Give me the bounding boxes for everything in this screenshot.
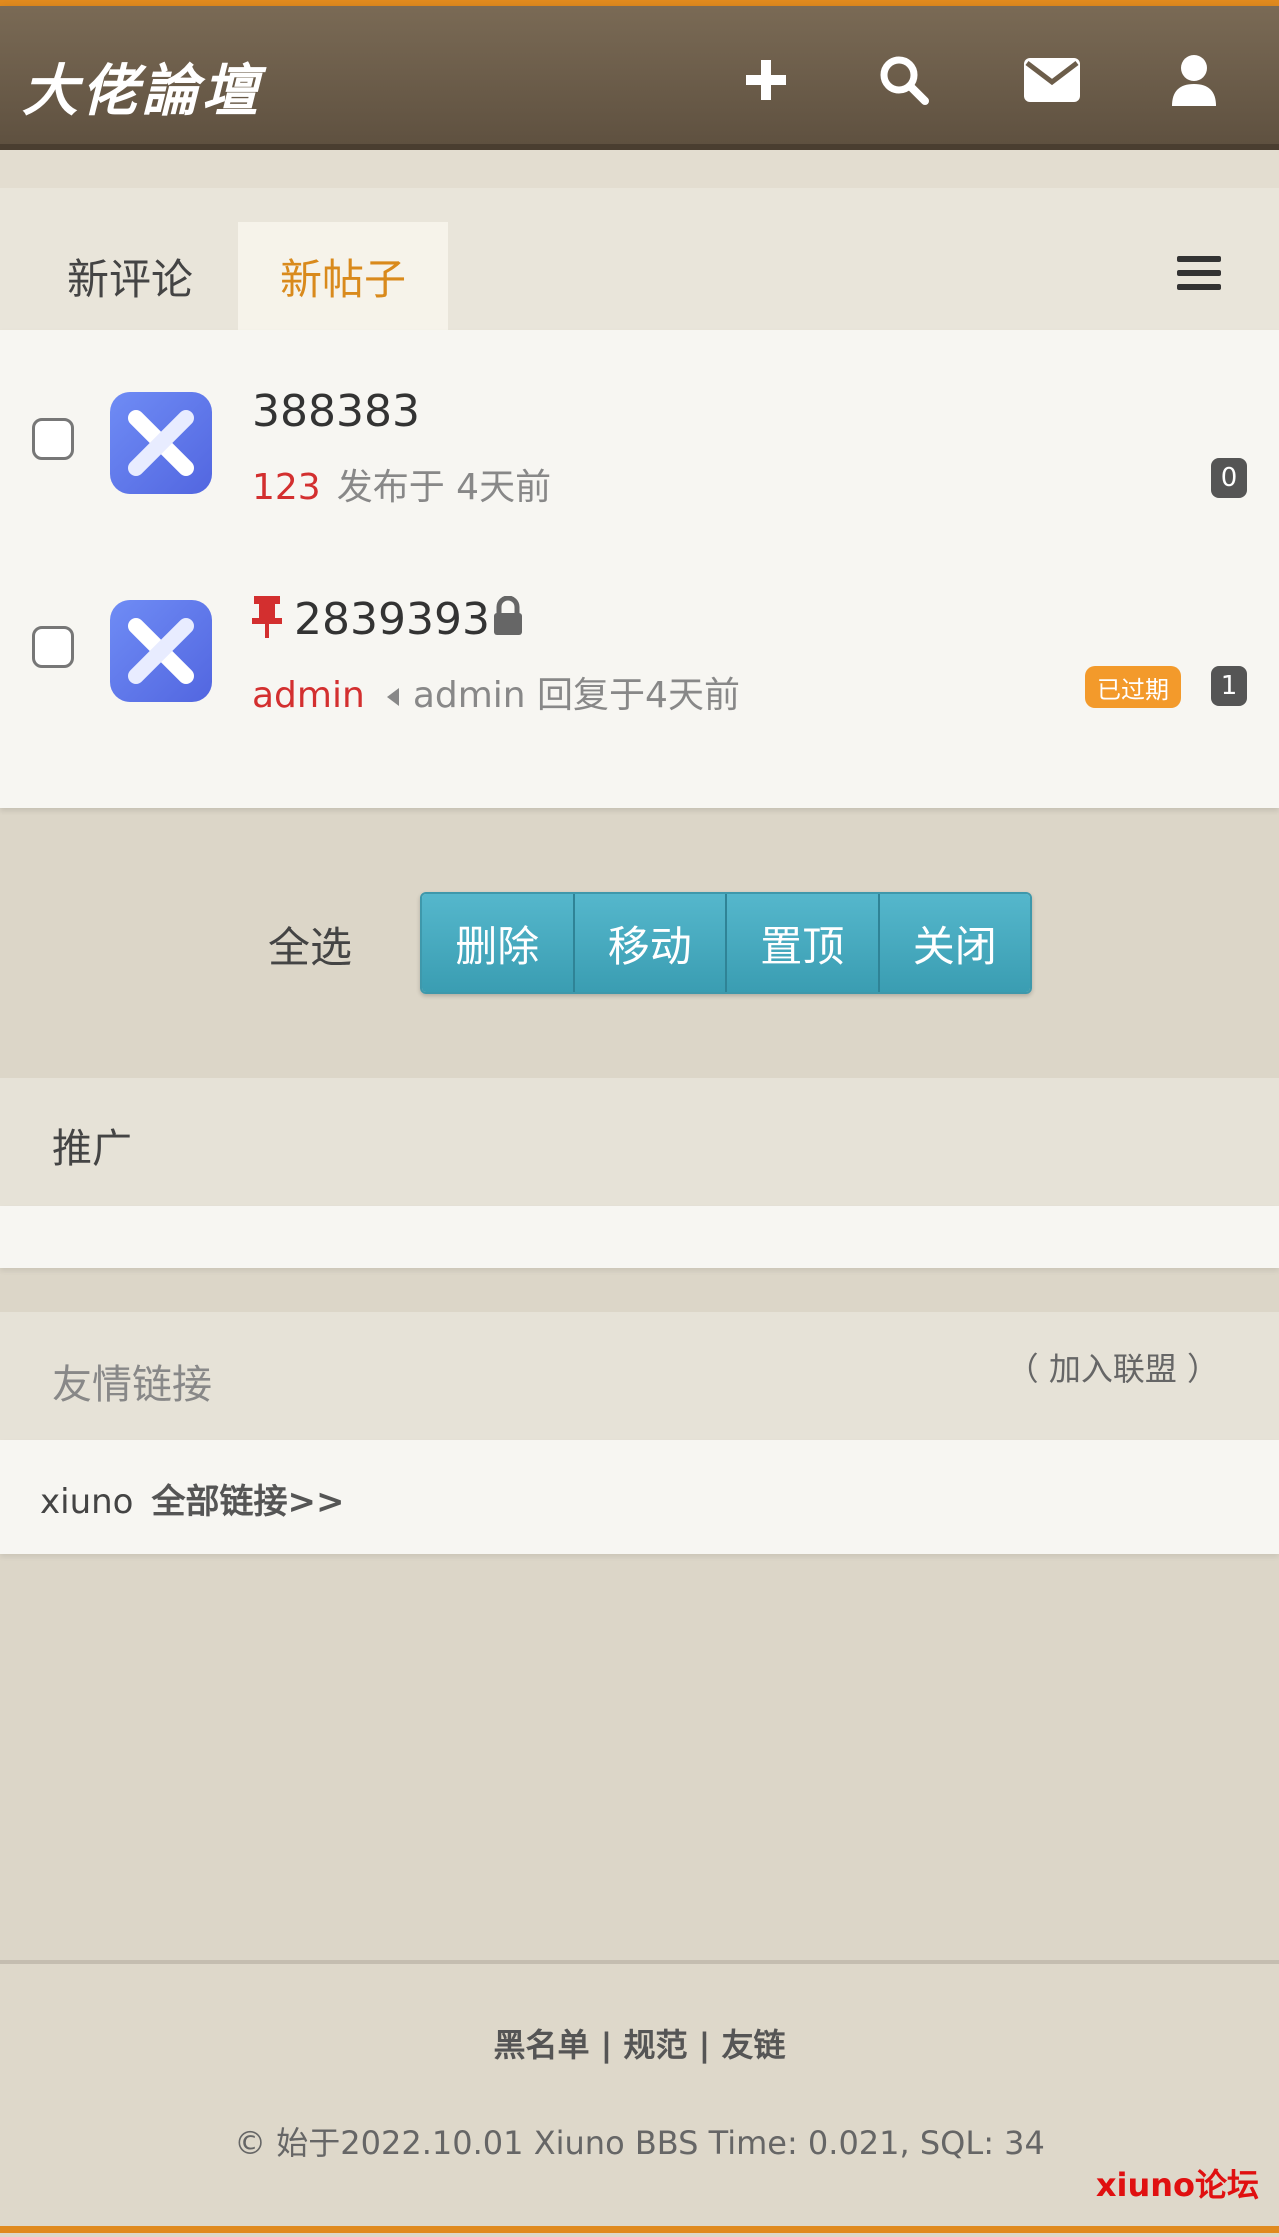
thread-meta: 123 发布于 4天前: [252, 458, 551, 510]
caret-left-icon: [386, 688, 399, 706]
thread-title[interactable]: 2839393: [294, 594, 490, 645]
bottom-accent-line: [0, 2226, 1279, 2233]
footer-links[interactable]: 黑名单 | 规范 | 友链: [0, 2020, 1279, 2066]
menu-icon[interactable]: [1177, 256, 1221, 296]
thread-row[interactable]: 2839393 admin admin 回复于4天前 已过期 1: [0, 588, 1279, 788]
thread-checkbox[interactable]: [32, 418, 74, 460]
delete-button[interactable]: 删除: [422, 894, 575, 992]
thread-time: 发布于 4天前: [336, 467, 552, 508]
expired-badge: 已过期: [1085, 666, 1181, 708]
footer: [0, 1960, 1279, 2237]
thread-meta: admin admin 回复于4天前: [252, 666, 740, 718]
avatar[interactable]: [110, 392, 212, 494]
friend-link[interactable]: xiuno: [40, 1482, 133, 1522]
user-icon[interactable]: [1164, 50, 1224, 110]
join-alliance-link[interactable]: （ 加入联盟 ）: [1007, 1344, 1219, 1390]
thread-row[interactable]: 388383 123 发布于 4天前 0: [0, 380, 1279, 580]
promo-title: 推广: [52, 1126, 132, 1172]
header-shadow-band: [0, 150, 1279, 190]
move-button[interactable]: 移动: [574, 894, 727, 992]
friend-links-row: xiuno 全部链接>>: [40, 1474, 344, 1523]
moderation-button-group: 删除 移动 置顶 关闭: [420, 892, 1032, 994]
promo-card-header: 推广: [0, 1078, 1279, 1206]
select-all-label[interactable]: 全选: [268, 914, 352, 975]
reply-count-badge: 1: [1211, 666, 1247, 706]
promo-card-body: [0, 1206, 1279, 1268]
avatar[interactable]: [110, 600, 212, 702]
thread-title[interactable]: 388383: [252, 386, 420, 437]
search-icon[interactable]: [874, 50, 934, 110]
tab-new-threads[interactable]: 新帖子: [238, 222, 448, 330]
tab-bar: 新评论 新帖子: [0, 188, 1279, 330]
mail-icon[interactable]: [1022, 50, 1082, 110]
sticky-button[interactable]: 置顶: [727, 894, 880, 992]
header-bar: 大佬論壇: [0, 6, 1279, 150]
close-button[interactable]: 关闭: [879, 894, 1030, 992]
watermark: xiuno论坛: [1095, 2166, 1259, 2204]
tab-new-comments[interactable]: 新评论: [25, 222, 235, 330]
friend-links-title: 友情链接: [52, 1362, 212, 1408]
plus-icon[interactable]: [736, 50, 796, 110]
thread-author[interactable]: 123: [252, 467, 321, 508]
all-links-link[interactable]: 全部链接>>: [151, 1482, 344, 1522]
thread-checkbox[interactable]: [32, 626, 74, 668]
copyright-text: © 始于2022.10.01 Xiuno BBS Time: 0.021, SQ…: [234, 2124, 1045, 2162]
thread-list: 388383 123 发布于 4天前 0 2839393 admin admin 回…: [0, 330, 1279, 808]
thread-last-reply: admin 回复于4天前: [412, 675, 740, 716]
lock-icon: [492, 595, 524, 640]
reply-count-badge: 0: [1211, 458, 1247, 498]
thread-author[interactable]: admin: [252, 675, 365, 716]
site-logo[interactable]: 大佬論壇: [22, 46, 262, 127]
pin-icon: [250, 594, 284, 644]
